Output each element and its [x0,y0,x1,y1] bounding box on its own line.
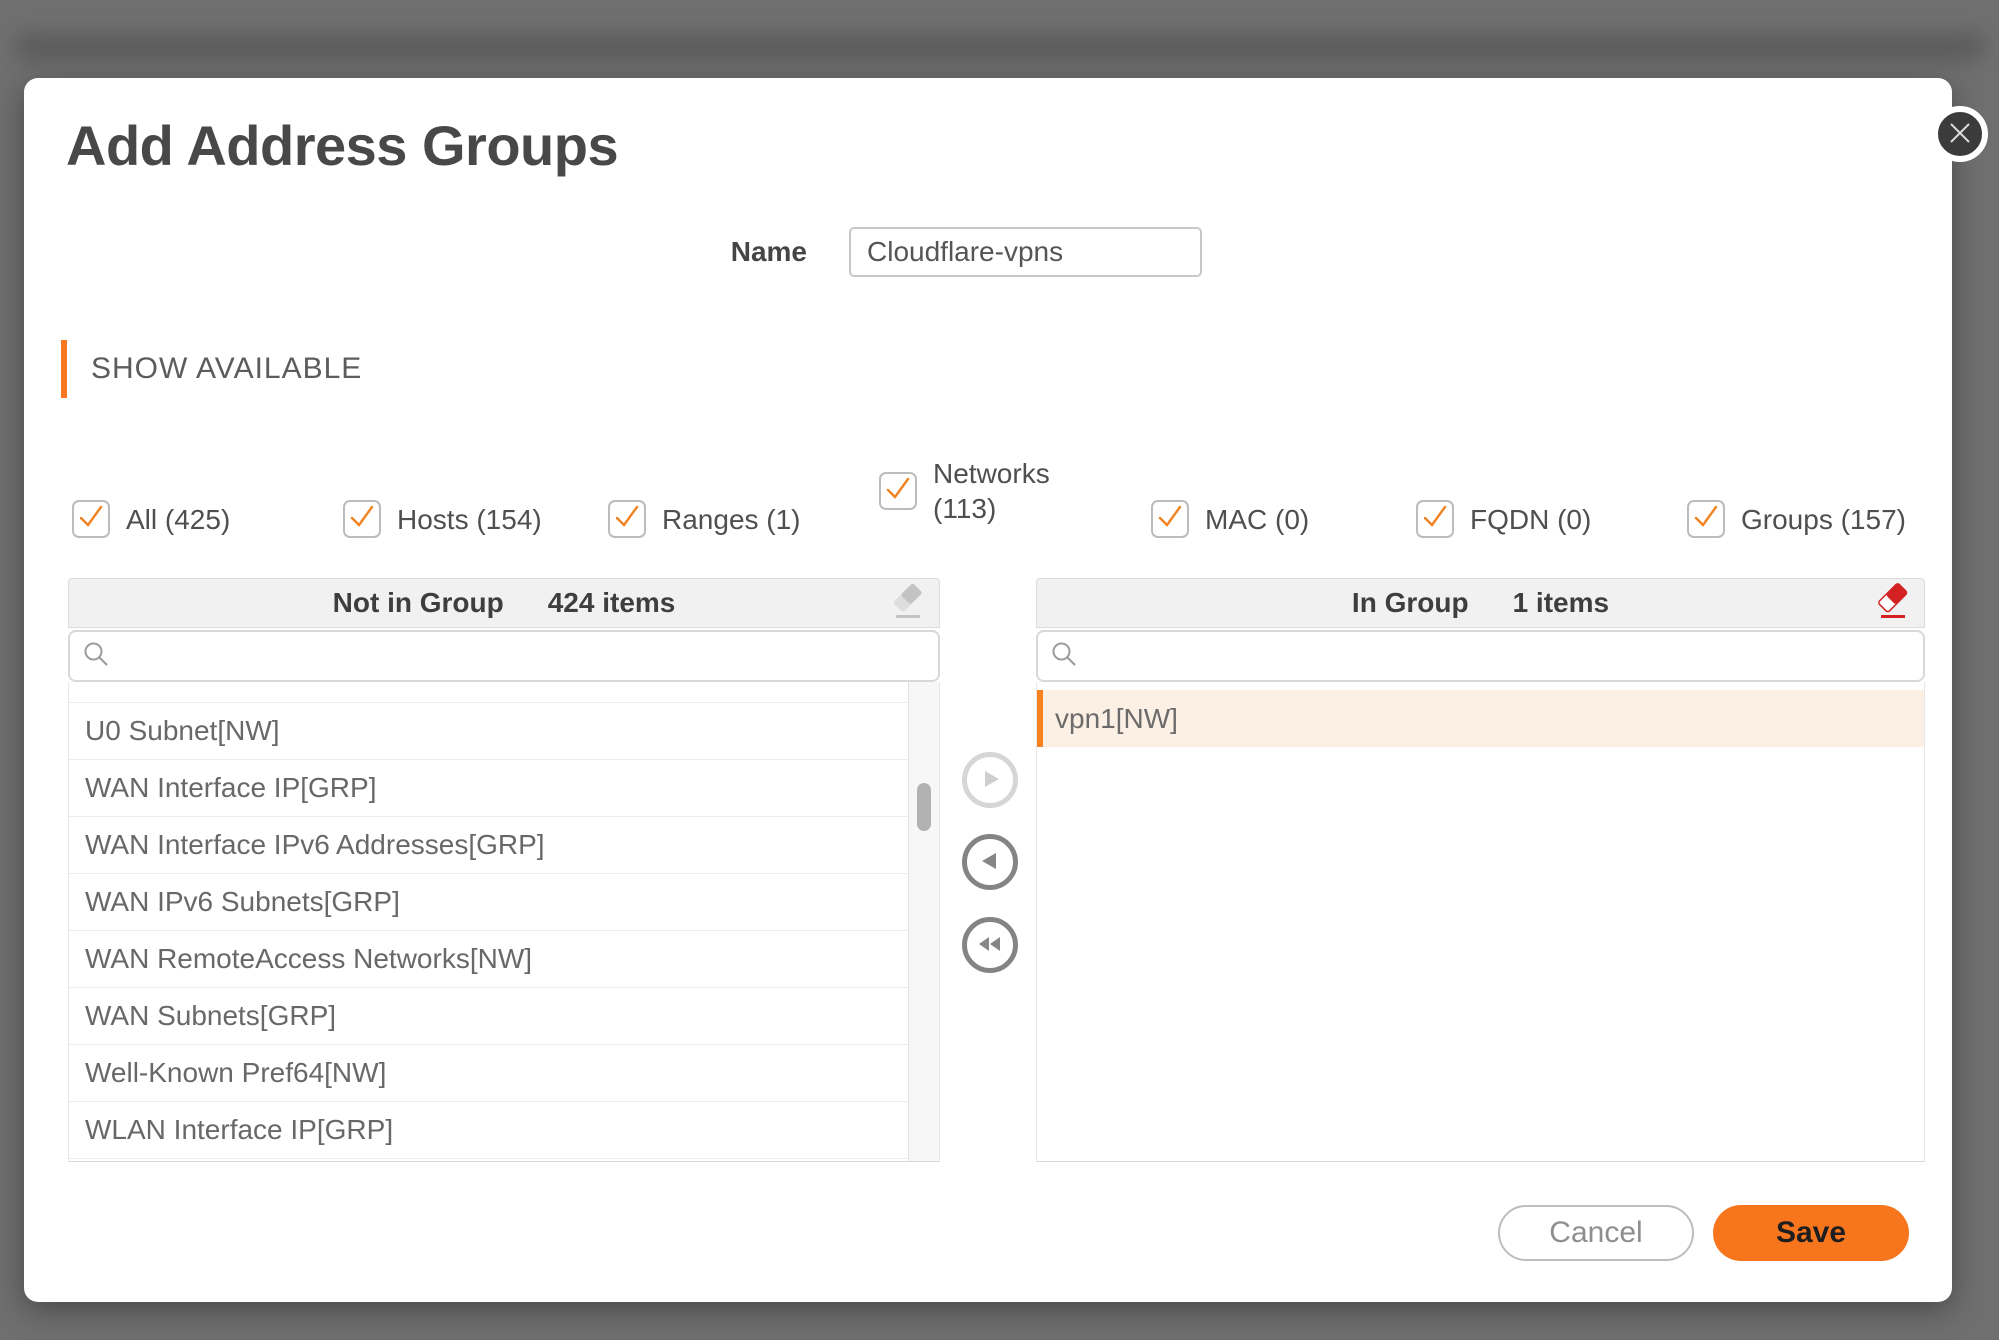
move-right-button[interactable] [962,752,1018,808]
in-group-searchbox [1036,630,1925,682]
save-button[interactable]: Save [1713,1205,1909,1261]
filter-label: MAC (0) [1205,502,1309,537]
show-available-section-header: SHOW AVAILABLE [61,340,362,398]
check-icon [1418,500,1452,539]
list-item[interactable]: WAN Interface IPv6 Addresses[GRP] [69,817,909,874]
scrollbar-track[interactable] [908,682,939,1161]
eraser-icon [1873,581,1911,630]
check-icon [74,500,108,539]
add-address-groups-dialog: Add Address Groups Name SHOW AVAILABLE A… [24,78,1952,1302]
list-item[interactable]: WAN IPv6 Subnets[GRP] [69,874,909,931]
check-icon [881,472,915,511]
list-item[interactable]: WLAN Interface IP[GRP] [69,1102,909,1159]
backdrop-blur-band [14,32,1985,62]
double-arrow-left-icon [974,929,1006,962]
check-icon [345,500,379,539]
filter-networks[interactable]: Networks (113) [879,456,1050,526]
filter-label: Hosts (154) [397,502,542,537]
arrow-right-icon [975,764,1005,797]
checkbox-checked [343,500,381,538]
list-item[interactable]: Well-Known Pref64[NW] [69,1045,909,1102]
checkbox-checked [1687,500,1725,538]
arrow-left-icon [975,846,1005,879]
search-icon [1050,640,1078,673]
not-in-group-searchbox [68,630,940,682]
move-left-button[interactable] [962,834,1018,890]
filter-label: Groups (157) [1741,502,1906,537]
filter-groups[interactable]: Groups (157) [1687,500,1906,538]
check-icon [1689,500,1723,539]
search-icon [82,640,110,673]
in-group-header: In Group 1 items [1036,578,1925,628]
section-accent-bar [61,340,67,398]
filter-ranges[interactable]: Ranges (1) [608,500,801,538]
check-icon [1153,500,1187,539]
section-label: SHOW AVAILABLE [91,352,362,386]
cancel-button[interactable]: Cancel [1498,1205,1694,1261]
name-label: Name [607,236,807,268]
close-button[interactable] [1932,106,1988,162]
checkbox-checked [1151,500,1189,538]
not-in-group-list: U0 Subnet[NW] WAN Interface IP[GRP] WAN … [68,682,940,1162]
panel-count: 424 items [548,587,676,619]
not-in-group-header: Not in Group 424 items [68,578,940,628]
filter-mac[interactable]: MAC (0) [1151,500,1309,538]
filter-label: Ranges (1) [662,502,801,537]
close-icon [1946,119,1974,150]
list-item[interactable]: WAN Interface IP[GRP] [69,760,909,817]
eraser-icon [888,581,926,630]
check-icon [610,500,644,539]
checkbox-checked [72,500,110,538]
filter-label: Networks (113) [933,456,1050,526]
panel-count: 1 items [1513,587,1610,619]
list-item-selected[interactable]: vpn1[NW] [1037,690,1924,747]
checkbox-checked [608,500,646,538]
filter-hosts[interactable]: Hosts (154) [343,500,542,538]
not-in-group-panel: Not in Group 424 items [68,578,940,1162]
not-in-group-search-input[interactable] [120,640,926,673]
panel-title: Not in Group [333,587,504,619]
move-all-left-button[interactable] [962,917,1018,973]
list-item[interactable]: WAN Subnets[GRP] [69,988,909,1045]
filter-label: FQDN (0) [1470,502,1591,537]
remove-all-button[interactable] [1872,584,1912,626]
in-group-panel: In Group 1 items [1036,578,1925,1162]
panel-title: In Group [1352,587,1469,619]
list-item[interactable]: WAN RemoteAccess Networks[NW] [69,931,909,988]
name-input[interactable] [849,227,1202,277]
filter-label: All (425) [126,502,230,537]
scrollbar-thumb[interactable] [917,783,931,831]
list-item-partial [69,682,909,703]
clear-filter-button[interactable] [887,584,927,626]
page-title: Add Address Groups [66,113,618,178]
checkbox-checked [1416,500,1454,538]
in-group-search-input[interactable] [1088,640,1911,673]
filter-all[interactable]: All (425) [72,500,230,538]
list-item[interactable]: U0 Subnet[NW] [69,703,909,760]
filter-fqdn[interactable]: FQDN (0) [1416,500,1591,538]
in-group-list: vpn1[NW] [1036,682,1925,1162]
checkbox-checked [879,472,917,510]
